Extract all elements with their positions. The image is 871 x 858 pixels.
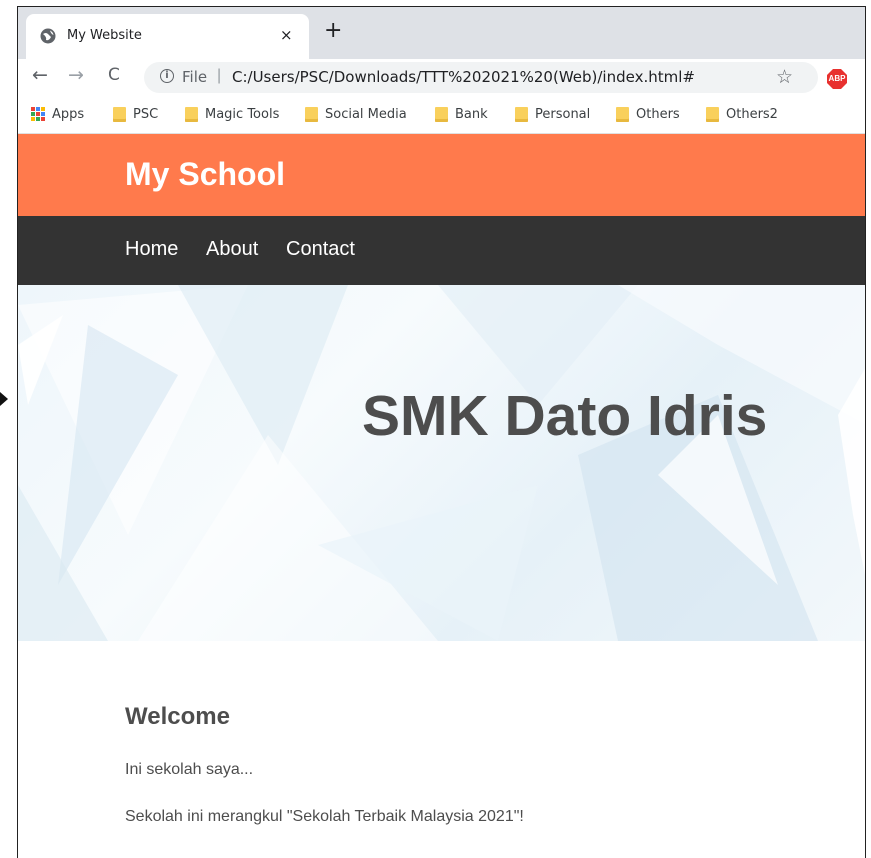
forward-arrow-icon[interactable]: → — [68, 65, 84, 85]
side-pointer-arrow — [0, 392, 8, 406]
new-tab-icon[interactable]: + — [324, 20, 342, 42]
url-separator: | — [217, 67, 222, 84]
bookmark-label: Personal — [535, 106, 591, 122]
adblock-extension-icon[interactable]: ABP — [827, 69, 847, 89]
url-text[interactable]: C:/Users/PSC/Downloads/TTT%202021%20(Web… — [232, 68, 695, 86]
folder-icon — [305, 106, 318, 122]
bookmark-folder-magic-tools[interactable]: Magic Tools — [185, 104, 279, 124]
back-arrow-icon[interactable]: ← — [32, 65, 48, 85]
nav-link-contact[interactable]: Contact — [286, 238, 355, 261]
apps-grid-icon — [31, 107, 45, 121]
nav-link-home[interactable]: Home — [125, 238, 178, 261]
info-icon[interactable]: i — [160, 69, 174, 83]
tab-my-website[interactable]: My Website × — [26, 14, 309, 59]
bookmark-label: Social Media — [325, 106, 407, 122]
url-scheme-label: File — [182, 68, 208, 86]
browser-window: My Website × + ← → C i File | C:/Users/P… — [17, 6, 866, 858]
tab-title: My Website — [67, 28, 142, 43]
bookmark-folder-personal[interactable]: Personal — [515, 104, 590, 124]
bookmark-label: Others — [636, 106, 680, 122]
hero-title: SMK Dato Idris — [362, 384, 768, 448]
bookmark-star-icon[interactable]: ☆ — [776, 66, 793, 89]
bookmark-folder-bank[interactable]: Bank — [435, 104, 488, 124]
folder-icon — [706, 106, 719, 122]
award-paragraph: Sekolah ini merangkul "Sekolah Terbaik M… — [125, 808, 524, 825]
bookmark-label: Bank — [455, 106, 488, 122]
bookmark-folder-others[interactable]: Others — [616, 104, 680, 124]
site-header: My School — [18, 134, 865, 216]
bookmark-label: PSC — [133, 106, 159, 122]
reload-icon[interactable]: C — [108, 65, 120, 85]
bookmark-folder-others2[interactable]: Others2 — [706, 104, 778, 124]
address-bar[interactable]: i File | C:/Users/PSC/Downloads/TTT%2020… — [144, 62, 818, 93]
nav-link-about[interactable]: About — [206, 238, 258, 261]
globe-icon — [40, 28, 56, 44]
folder-icon — [616, 106, 629, 122]
folder-icon — [113, 106, 126, 122]
folder-icon — [185, 106, 198, 122]
intro-paragraph: Ini sekolah saya... — [125, 761, 254, 778]
bookmark-label: Apps — [52, 106, 85, 122]
bookmark-apps[interactable]: Apps — [31, 104, 84, 124]
browser-toolbar: ← → C i File | C:/Users/PSC/Downloads/TT… — [18, 59, 865, 97]
bookmark-folder-psc[interactable]: PSC — [113, 104, 158, 124]
site-navbar: Home About Contact — [18, 216, 865, 285]
hero-background-graphic — [18, 285, 865, 641]
tab-strip: My Website × + — [18, 7, 865, 59]
bookmarks-bar: Apps PSC Magic Tools Social Media Bank P… — [18, 97, 865, 134]
folder-icon — [435, 106, 448, 122]
bookmark-folder-social-media[interactable]: Social Media — [305, 104, 407, 124]
welcome-heading: Welcome — [125, 703, 230, 730]
site-title: My School — [125, 156, 286, 192]
bookmark-label: Others2 — [726, 106, 778, 122]
hero-banner: SMK Dato Idris — [18, 285, 865, 641]
bookmark-label: Magic Tools — [205, 106, 280, 122]
folder-icon — [515, 106, 528, 122]
close-tab-icon[interactable]: × — [280, 26, 293, 44]
